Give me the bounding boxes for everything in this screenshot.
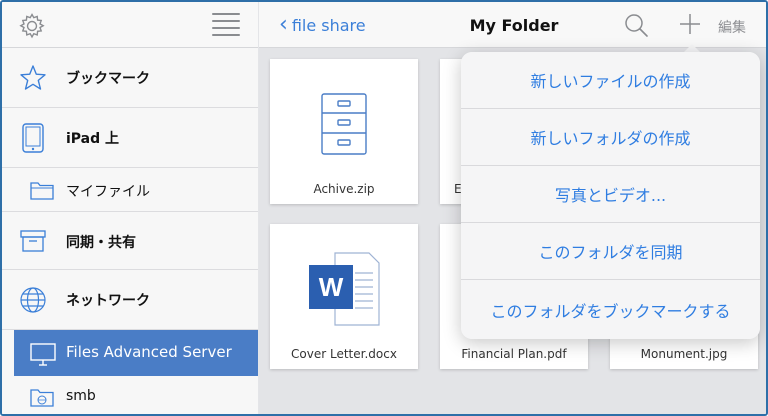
sidebar-item-my-files[interactable]: マイファイル <box>2 168 258 212</box>
file-name: Monument.jpg <box>640 347 728 361</box>
sidebar-item-label: ネットワーク <box>66 293 150 309</box>
file-name: Financial Plan.pdf <box>461 347 567 361</box>
file-tile[interactable]: W Cover Letter.docx <box>270 224 418 369</box>
sidebar-item-network[interactable]: ネットワーク <box>2 270 258 330</box>
sidebar-item-bookmarks[interactable]: ブックマーク <box>2 48 258 108</box>
sidebar-item-ipad[interactable]: iPad 上 <box>2 108 258 168</box>
network-folder-icon <box>30 385 54 409</box>
svg-text:W: W <box>319 272 344 302</box>
app-window: ブックマーク iPad 上 マイファイル 同期・共有 ネットワーク Files … <box>0 0 768 416</box>
add-menu-popover: 新しいファイルの作成 新しいフォルダの作成 写真とビデオ... このフォルダを同… <box>461 52 760 339</box>
sidebar-item-smb[interactable]: smb <box>2 376 258 414</box>
ipad-icon <box>18 123 48 153</box>
word-document-icon: W <box>270 244 418 334</box>
file-name: Cover Letter.docx <box>291 347 397 361</box>
sidebar-item-label: Files Advanced Server <box>66 343 232 361</box>
filing-cabinet-icon <box>270 79 418 169</box>
file-name: Achive.zip <box>313 182 375 196</box>
sidebar-item-label: 同期・共有 <box>66 235 136 251</box>
navigation-bar: ‹ file share My Folder 編集 <box>259 2 766 48</box>
globe-icon <box>18 285 48 315</box>
sidebar-item-label: smb <box>66 388 96 404</box>
menu-item-new-file[interactable]: 新しいファイルの作成 <box>461 52 760 109</box>
menu-item-new-folder[interactable]: 新しいフォルダの作成 <box>461 109 760 166</box>
chevron-left-icon: ‹ <box>279 12 288 37</box>
sidebar-item-sync-share[interactable]: 同期・共有 <box>2 212 258 270</box>
archive-box-icon <box>18 226 48 256</box>
search-icon[interactable] <box>623 12 649 38</box>
star-icon <box>18 63 48 93</box>
folder-icon <box>30 178 54 202</box>
sidebar-toolbar <box>2 2 258 48</box>
file-tile[interactable]: Achive.zip <box>270 59 418 204</box>
gear-icon[interactable] <box>18 12 46 40</box>
sidebar-item-label: iPad 上 <box>66 131 120 147</box>
menu-item-photos-videos[interactable]: 写真とビデオ... <box>461 166 760 223</box>
back-label: file share <box>291 15 366 35</box>
edit-button[interactable]: 編集 <box>718 17 746 37</box>
sidebar-item-files-advanced-server[interactable]: Files Advanced Server <box>14 330 258 376</box>
back-button[interactable]: ‹ file share <box>279 14 366 36</box>
sidebar-item-label: ブックマーク <box>66 71 150 87</box>
monitor-icon <box>28 340 58 370</box>
sidebar: ブックマーク iPad 上 マイファイル 同期・共有 ネットワーク Files … <box>2 2 258 414</box>
page-title: My Folder <box>469 16 559 35</box>
menu-item-sync-folder[interactable]: このフォルダを同期 <box>461 223 760 280</box>
menu-icon[interactable] <box>212 13 240 39</box>
add-icon[interactable] <box>677 11 703 37</box>
menu-item-bookmark-folder[interactable]: このフォルダをブックマークする <box>461 280 760 339</box>
sidebar-item-label: マイファイル <box>66 184 150 200</box>
